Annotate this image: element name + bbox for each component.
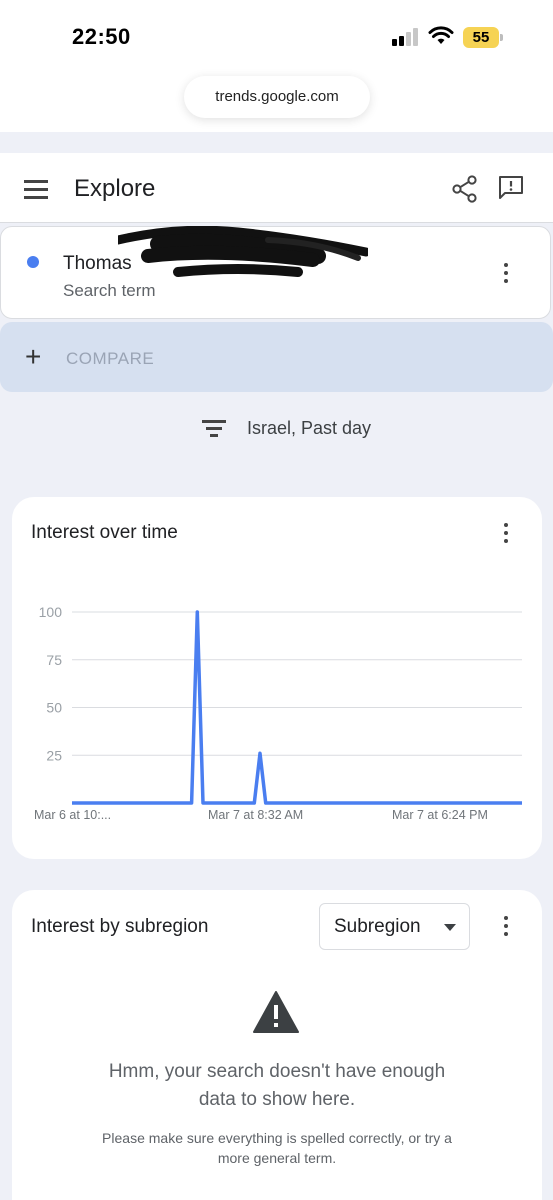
wifi-icon	[428, 26, 454, 44]
interest-line-chart: 100 75 50 25 Mar 6 at 10:... Mar 7 at 8:32 AM…	[34, 604, 522, 822]
filter-summary[interactable]: Israel, Past day	[247, 418, 371, 439]
share-icon[interactable]	[452, 175, 478, 203]
x-tick-label: Mar 7 at 6:24 PM	[392, 808, 488, 822]
status-bar: 22:50 55 trends.google.com	[0, 0, 553, 132]
url-bar[interactable]: trends.google.com	[184, 76, 370, 118]
more-options-icon[interactable]	[504, 916, 508, 940]
no-data-message: Hmm, your search doesn't have enough dat…	[108, 1061, 446, 1110]
warning-icon	[253, 991, 299, 1033]
interest-by-subregion-card: Interest by subregion Subregion Hmm, you…	[12, 890, 542, 1200]
card-title: Interest by subregion	[31, 916, 209, 937]
battery-level: 55	[463, 27, 499, 48]
y-tick-label: 50	[46, 700, 62, 716]
filter-icon[interactable]	[202, 420, 226, 438]
no-data-hint: Please make sure everything is spelled c…	[102, 1130, 452, 1166]
interest-over-time-card: Interest over time 100 75 50 25 Mar 6 at 10:…	[12, 497, 542, 859]
compare-label: COMPARE	[66, 349, 155, 368]
y-tick-label: 75	[46, 652, 62, 668]
app-header: Explore	[0, 153, 553, 223]
x-tick-label: Mar 6 at 10:...	[34, 808, 111, 822]
cellular-signal-icon	[392, 28, 422, 46]
status-time: 22:50	[72, 24, 131, 49]
subregion-dropdown[interactable]: Subregion	[319, 903, 470, 950]
redaction-scribble	[118, 226, 368, 277]
x-tick-label: Mar 7 at 8:32 AM	[208, 808, 303, 822]
compare-button[interactable]: + COMPARE	[0, 322, 553, 392]
page-title: Explore	[74, 175, 156, 202]
plus-icon: +	[25, 341, 42, 372]
term-color-dot	[27, 256, 39, 268]
chevron-down-icon	[444, 924, 456, 931]
battery-icon: 55	[463, 27, 503, 48]
dropdown-value: Subregion	[334, 916, 421, 937]
more-options-icon[interactable]	[504, 263, 508, 287]
feedback-icon[interactable]	[497, 174, 525, 202]
menu-icon[interactable]	[24, 180, 48, 199]
y-tick-label: 25	[46, 747, 62, 763]
y-tick-label: 100	[39, 604, 63, 620]
